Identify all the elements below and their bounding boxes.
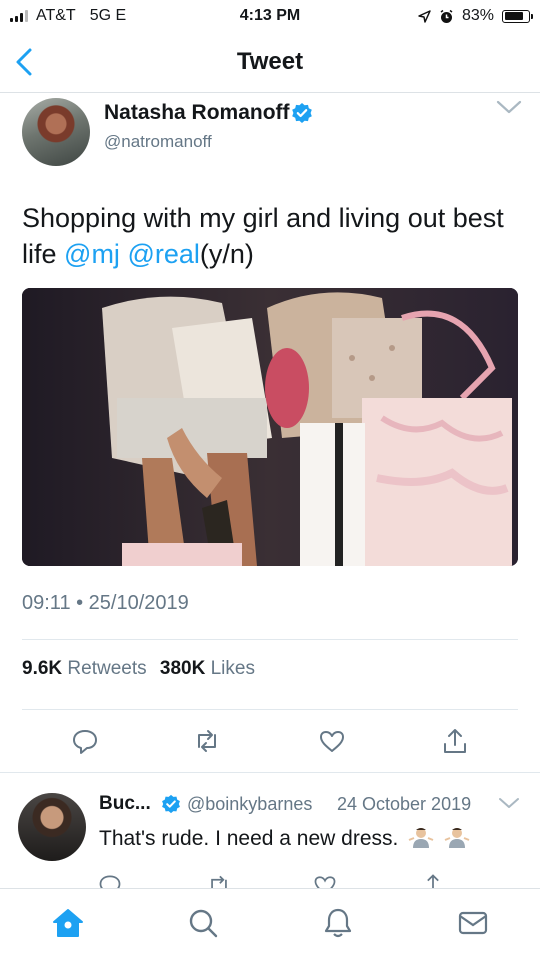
messages-icon [458,911,488,935]
reply-avatar[interactable] [18,793,86,861]
reply-share-button[interactable] [420,872,446,888]
likes-label[interactable]: Likes [211,658,255,679]
alarm-icon [440,9,453,23]
verified-badge-icon [162,794,180,814]
search-icon [189,909,218,938]
retweet-button[interactable] [192,726,222,756]
share-icon [427,874,439,888]
chevron-down-icon[interactable] [498,795,520,811]
like-icon [320,731,344,752]
like-button[interactable] [317,726,347,756]
reply-text-body: That's rude. I need a new dress. [99,827,399,850]
retweets-count[interactable]: 9.6K [22,658,62,679]
share-icon [444,729,466,753]
divider [22,639,518,640]
tab-home[interactable] [50,905,86,941]
reply-author-handle[interactable]: @boinkybarnes [187,794,312,815]
nav-bar: Tweet [0,34,540,93]
status-bar: AT&T 5G E 4:13 PM 83% [0,0,540,34]
home-icon [53,909,83,937]
divider [0,772,540,773]
tweet-timestamp: 09:11 • 25/10/2019 [22,592,189,614]
shopping-photo-image [22,288,518,566]
status-right: 83% [418,7,533,25]
tab-search[interactable] [185,905,221,941]
reply-date: 24 October 2019 [337,794,472,814]
location-icon [418,9,431,23]
tab-notifications[interactable] [320,905,356,941]
tab-messages[interactable] [455,905,491,941]
share-button[interactable] [440,726,470,756]
retweet-icon [211,875,227,888]
tweet-stats: 9.6K Retweets 380K Likes [22,658,255,680]
shrug-emoji-icon [444,828,470,848]
reply-button[interactable] [70,726,100,756]
like-icon [314,876,336,888]
reply-icon [99,875,121,888]
tab-bar [0,888,540,961]
likes-count[interactable]: 380K [160,658,205,679]
reply-retweet-button[interactable] [206,872,232,888]
battery-percent: 83% [461,7,494,24]
notifications-icon [324,908,352,938]
retweets-label[interactable]: Retweets [67,658,146,679]
reply-author-name[interactable]: Buc... [99,793,151,815]
mention-link[interactable]: @mj [64,239,120,269]
verified-badge-icon [292,103,312,123]
mention-link[interactable]: @real [127,239,199,269]
reply-text: That's rude. I need a new dress. [99,826,470,851]
author-handle[interactable]: @natromanoff [104,132,212,152]
reply-like-button[interactable] [312,872,338,888]
tweet-text-tail: (y/n) [199,239,254,269]
shrug-emoji-icon [408,828,434,848]
author-name[interactable]: Natasha Romanoff [104,101,290,125]
divider [22,709,518,710]
tweet-photo[interactable] [22,288,518,566]
battery-icon [502,9,533,23]
retweet-icon [198,730,216,752]
page-title: Tweet [236,48,304,75]
reply-reply-button[interactable] [97,872,123,888]
reply-icon [73,730,97,754]
chevron-down-icon[interactable] [496,98,522,116]
tweet-text: Shopping with my girl and living out bes… [22,200,522,272]
author-avatar[interactable] [22,98,90,166]
